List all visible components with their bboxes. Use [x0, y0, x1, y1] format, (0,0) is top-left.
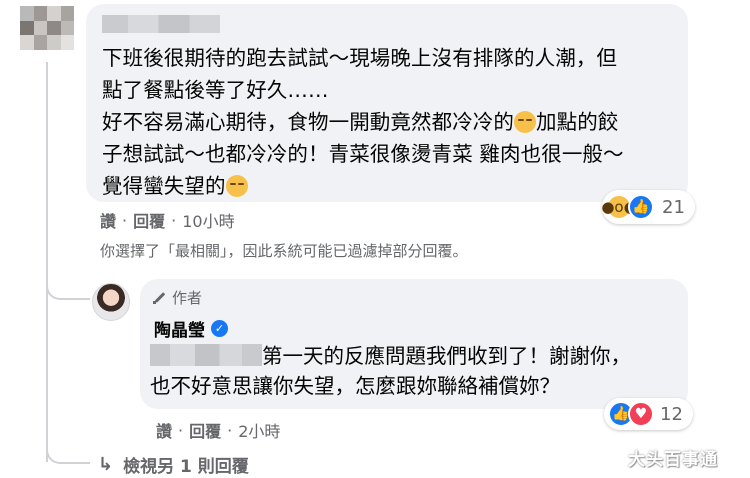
reply-text-line: 也不好意思讓你失望，怎麼跟妳聯絡補償妳？ [150, 374, 560, 398]
reply-author: 陶晶瑩 ✓ [154, 316, 228, 341]
separator: · [178, 420, 184, 440]
commenter-name-obscured[interactable] [102, 15, 220, 33]
pen-icon [152, 291, 166, 305]
comment-segment: 加點的餃 [536, 110, 619, 134]
comment-line: 覺得蠻失望的 [102, 170, 682, 202]
comment-line: 子想試試～也都冷冷的！青菜很像燙青菜 雞肉也很一般～ [102, 142, 624, 166]
thread-line [46, 62, 48, 462]
comment-text: 下班後很期待的跑去試試～現場晚上沒有排隊的人潮，但 點了餐點後等了好久…… 好不… [102, 42, 682, 202]
verified-icon: ✓ [211, 320, 228, 337]
reply-arrow-icon: ↳ [98, 454, 114, 475]
comment-line: 下班後很期待的跑去試試～現場晚上沒有排隊的人潮，但 [102, 46, 617, 70]
reaction-count: 21 [662, 196, 685, 218]
comment-line: 好不容易滿心期待，食物一開動竟然都冷冷的 加點的餃 [102, 106, 682, 138]
comment-actions: 讚 · 回覆 · 10小時 [100, 208, 235, 232]
filter-note: 你選擇了「最相關」，因此系統可能已過濾掉部分回覆。 [100, 242, 468, 260]
reply-text-line: 第一天的反應問題我們收到了！謝謝你， [262, 344, 631, 368]
disappointed-emoji-icon [514, 111, 536, 133]
timestamp[interactable]: 2小時 [238, 418, 280, 442]
comment-line: 點了餐點後等了好久…… [102, 78, 329, 102]
reaction-count: 12 [660, 403, 683, 425]
like-button[interactable]: 讚 [156, 418, 172, 442]
view-more-replies-button[interactable]: ↳ 檢視另 1 則回覆 [98, 452, 249, 477]
like-button[interactable]: 讚 [100, 208, 116, 232]
comment-segment: 覺得蠻失望的 [102, 174, 226, 198]
reply-button[interactable]: 回覆 [133, 208, 165, 232]
love-icon: ♥ [628, 401, 654, 427]
like-icon: 👍 [628, 194, 654, 220]
comment-segment: 好不容易滿心期待，食物一開動竟然都冷冷的 [102, 110, 514, 134]
reply-actions: 讚 · 回覆 · 2小時 [156, 418, 280, 442]
separator: · [227, 420, 233, 440]
timestamp[interactable]: 10小時 [182, 208, 234, 232]
separator: · [122, 210, 128, 230]
mention-obscured[interactable] [150, 344, 262, 366]
author-badge-label: 作者 [172, 289, 203, 307]
reply-author-name[interactable]: 陶晶瑩 [154, 316, 205, 341]
reaction-summary[interactable]: ●o● 👍 21 [601, 190, 695, 224]
watermark: 大头百事通 [628, 450, 718, 470]
separator: · [171, 210, 177, 230]
disappointed-emoji-icon [225, 175, 248, 197]
view-more-replies-label: 檢視另 1 則回覆 [123, 457, 249, 477]
thread-connector [46, 432, 90, 464]
avatar[interactable] [20, 6, 74, 50]
thread-connector [46, 272, 90, 300]
author-badge: 作者 [152, 287, 202, 308]
author-avatar[interactable] [92, 283, 130, 321]
reply-button[interactable]: 回覆 [189, 418, 221, 442]
reaction-summary[interactable]: 👍 ♥ 12 [604, 398, 693, 430]
